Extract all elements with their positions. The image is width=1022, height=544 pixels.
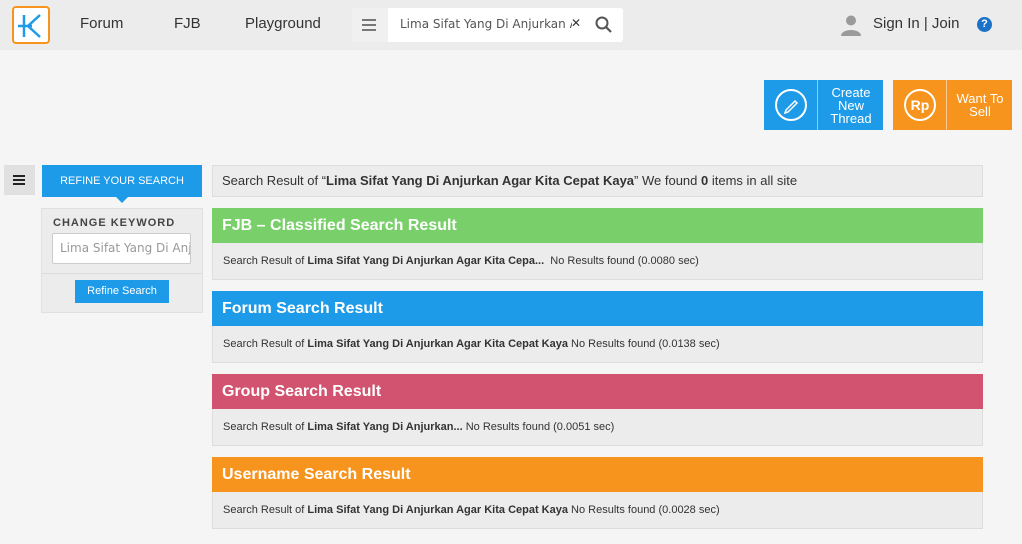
- close-icon[interactable]: ✕: [571, 16, 581, 30]
- kaskus-logo-icon[interactable]: [12, 6, 50, 44]
- search-summary: Search Result of “Lima Sifat Yang Di Anj…: [212, 165, 983, 197]
- keyword-input[interactable]: Lima Sifat Yang Di Anjurkan: [52, 233, 191, 264]
- top-navbar: Forum FJB Playground Lima Sifat Yang Di …: [0, 0, 1022, 50]
- user-icon: [840, 14, 862, 41]
- create-thread-label-line3: Thread: [830, 110, 872, 126]
- change-keyword-label: CHANGE KEYWORD: [53, 217, 176, 229]
- search-bar: Lima Sifat Yang Di Anjurkan Agar ✕: [352, 8, 623, 42]
- refine-panel: CHANGE KEYWORD Lima Sifat Yang Di Anjurk…: [41, 208, 203, 313]
- summary-keyword: Lima Sifat Yang Di Anjurkan Agar Kita Ce…: [326, 173, 635, 188]
- sell-label-line2: Sell: [969, 104, 991, 119]
- section-result-text: Search Result of Lima Sifat Yang Di Anju…: [212, 243, 983, 280]
- search-icon[interactable]: [595, 16, 612, 38]
- section-title: Forum Search Result: [212, 291, 983, 326]
- section-result-text: Search Result of Lima Sifat Yang Di Anju…: [212, 492, 983, 529]
- create-new-thread-button[interactable]: Create New Thread: [764, 80, 883, 130]
- section-result-text: Search Result of Lima Sifat Yang Di Anju…: [212, 326, 983, 363]
- want-to-sell-button[interactable]: Rp Want To Sell: [893, 80, 1012, 130]
- nav-playground[interactable]: Playground: [245, 15, 321, 32]
- nav-forum[interactable]: Forum: [80, 15, 123, 32]
- nav-fjb[interactable]: FJB: [174, 15, 201, 32]
- group-result-section: Group Search Result Search Result of Lim…: [212, 374, 983, 446]
- create-thread-label-line1: Create: [831, 84, 871, 100]
- refine-search-button[interactable]: Refine Search: [75, 280, 169, 303]
- create-thread-label-line2: New: [837, 97, 864, 113]
- username-result-section: Username Search Result Search Result of …: [212, 457, 983, 529]
- section-title: FJB – Classified Search Result: [212, 208, 983, 243]
- divider: [42, 273, 202, 274]
- section-result-text: Search Result of Lima Sifat Yang Di Anju…: [212, 409, 983, 446]
- refine-your-search-tab[interactable]: REFINE YOUR SEARCH: [42, 165, 202, 203]
- sidebar-toggle-menu-icon[interactable]: [4, 165, 35, 195]
- fjb-result-section: FJB – Classified Search Result Search Re…: [212, 208, 983, 280]
- help-icon[interactable]: ?: [977, 17, 992, 32]
- menu-icon[interactable]: [352, 8, 388, 42]
- forum-result-section: Forum Search Result Search Result of Lim…: [212, 291, 983, 363]
- sign-in-join-link[interactable]: Sign In | Join: [873, 15, 959, 32]
- section-title: Group Search Result: [212, 374, 983, 409]
- rupiah-icon: Rp: [904, 89, 936, 121]
- section-title: Username Search Result: [212, 457, 983, 492]
- pencil-icon: [775, 89, 807, 121]
- search-input[interactable]: Lima Sifat Yang Di Anjurkan Agar: [400, 17, 572, 31]
